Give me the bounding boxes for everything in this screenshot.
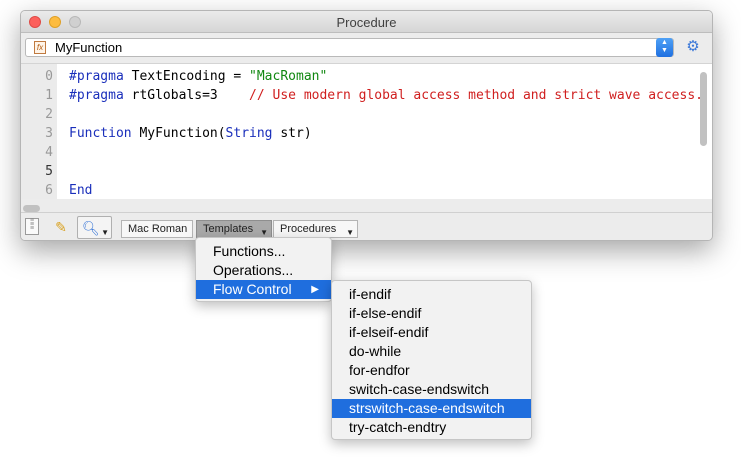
gear-icon[interactable]: ⚙ <box>684 38 702 56</box>
procedures-button[interactable]: Procedures ▼ <box>273 220 358 238</box>
code-token: #pragma <box>69 88 124 103</box>
menu-item-label: switch-case-endswitch <box>349 381 490 397</box>
menu-item-label: if-endif <box>349 286 392 302</box>
caret-down-icon: ▼ <box>346 228 354 237</box>
function-selector[interactable]: fx MyFunction ▲ ▼ <box>25 38 674 57</box>
text-encoding-button[interactable]: Mac Roman <box>121 220 193 238</box>
menu-item-label: do-while <box>349 343 402 359</box>
menu-item-functions[interactable]: Functions... <box>196 242 331 261</box>
templates-button[interactable]: Templates ▼ <box>196 220 272 238</box>
code-token: End <box>69 183 93 198</box>
procedures-label: Procedures <box>280 223 337 235</box>
menu-item-operations[interactable]: Operations... <box>196 261 331 280</box>
caret-down-icon: ▼ <box>101 228 109 237</box>
menu-item-label: Flow Control <box>213 281 292 297</box>
menu-item-do-while[interactable]: do-while <box>332 342 531 361</box>
submenu-arrow-icon: ▶ <box>311 284 319 295</box>
search-button[interactable]: 🔍︎ ▼ <box>77 216 112 239</box>
code-token: rtGlobals=3 <box>123 88 250 103</box>
code-token: MyFunction( <box>131 126 226 141</box>
code-line[interactable]: 4 <box>21 143 701 162</box>
line-number: 6 <box>45 183 53 198</box>
menu-item-label: strswitch-case-endswitch <box>349 400 505 416</box>
chevron-updown-icon[interactable]: ▲ ▼ <box>656 38 673 57</box>
menu-item-label: Functions... <box>213 243 286 259</box>
menu-item-for-endfor[interactable]: for-endfor <box>332 361 531 380</box>
title-bar[interactable]: Procedure <box>21 11 712 33</box>
function-name: MyFunction <box>55 40 123 55</box>
code-token: Function <box>69 126 132 141</box>
menu-item-label: if-elseif-endif <box>349 324 429 340</box>
magnifier-icon: 🔍︎ <box>82 220 100 236</box>
horizontal-scrollbar[interactable] <box>23 205 40 212</box>
pencil-icon[interactable]: ✎ <box>53 219 69 235</box>
menu-item-if-endif[interactable]: if-endif <box>332 285 531 304</box>
line-number: 3 <box>45 126 53 141</box>
code-token: TextEncoding = <box>123 69 250 84</box>
menu-item-label: Operations... <box>213 262 294 278</box>
flow-control-submenu: if-endif if-else-endif if-elseif-endif d… <box>331 280 532 440</box>
code-line[interactable]: 5 <box>21 162 701 181</box>
code-token: str) <box>272 126 312 141</box>
menu-item-strswitch-case-endswitch[interactable]: strswitch-case-endswitch <box>332 399 531 418</box>
code-text: End <box>69 181 92 200</box>
code-line[interactable]: 1 #pragma rtGlobals=3 // Use modern globa… <box>21 86 703 105</box>
code-editor[interactable]: 0 #pragma TextEncoding = "MacRoman" 1 #prag… <box>21 63 712 212</box>
code-line[interactable]: 2 <box>21 105 701 124</box>
line-number: 5 <box>45 164 53 179</box>
line-number: 0 <box>45 69 53 84</box>
window-title: Procedure <box>336 15 397 30</box>
code-line[interactable]: 6 End <box>21 181 701 200</box>
text-encoding-label: Mac Roman <box>128 223 188 235</box>
line-number: 4 <box>45 145 53 160</box>
menu-item-if-else-endif[interactable]: if-else-endif <box>332 304 531 323</box>
code-text: #pragma TextEncoding = "MacRoman" <box>69 67 327 86</box>
caret-down-icon: ▼ <box>260 228 268 237</box>
code-token: // Use modern global access method and s… <box>249 88 703 103</box>
menu-item-if-elseif-endif[interactable]: if-elseif-endif <box>332 323 531 342</box>
menu-item-flow-control[interactable]: Flow Control ▶ <box>196 280 331 299</box>
menu-item-label: for-endfor <box>349 362 410 378</box>
vertical-scrollbar[interactable] <box>700 72 707 146</box>
line-number: 2 <box>45 107 53 122</box>
code-text: #pragma rtGlobals=3 // Use modern global… <box>69 86 703 105</box>
menu-item-switch-case-endswitch[interactable]: switch-case-endswitch <box>332 380 531 399</box>
procedure-window: Procedure fx MyFunction ▲ ▼ ⚙ 0 #pragma Te… <box>20 10 713 241</box>
menu-item-label: try-catch-endtry <box>349 419 447 435</box>
fx-icon: fx <box>34 41 46 54</box>
code-token: #pragma <box>69 69 124 84</box>
document-icon[interactable]: ≡ ≡ ≡ <box>25 217 39 235</box>
menu-item-try-catch-endtry[interactable]: try-catch-endtry <box>332 418 531 437</box>
templates-menu: Functions... Operations... Flow Control … <box>195 237 332 302</box>
code-line[interactable]: 0 #pragma TextEncoding = "MacRoman" <box>21 67 701 86</box>
menu-item-label: if-else-endif <box>349 305 422 321</box>
templates-label: Templates <box>203 223 254 235</box>
code-line[interactable]: 3 Function MyFunction(String str) <box>21 124 701 143</box>
line-number: 1 <box>45 88 53 103</box>
code-token: String <box>225 126 273 141</box>
editor-toolbar: ≡ ≡ ≡ ✎ 🔍︎ ▼ Mac Roman Templates ▼ Procedu… <box>21 212 712 240</box>
code-text: Function MyFunction(String str) <box>69 124 312 143</box>
code-token: "MacRoman" <box>249 69 328 84</box>
